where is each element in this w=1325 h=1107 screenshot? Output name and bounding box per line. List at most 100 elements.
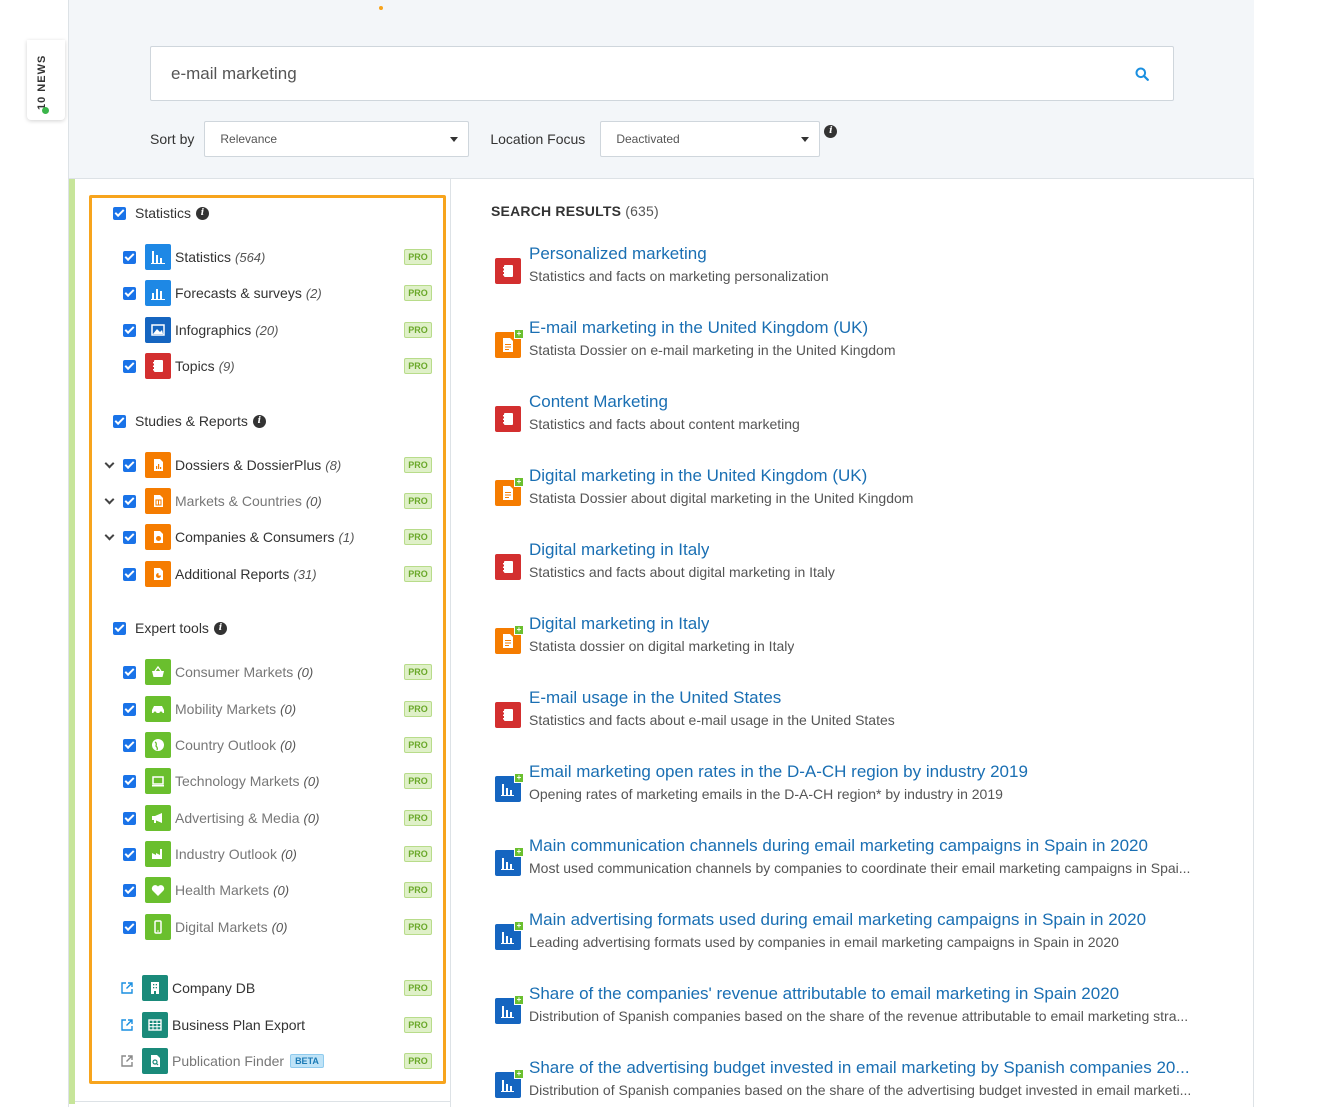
filter-checkbox[interactable] <box>123 323 136 337</box>
filter-checkbox[interactable] <box>123 847 136 861</box>
filter-country-outlook[interactable]: Country Outlook (0) PRO <box>102 731 432 759</box>
news-tab[interactable]: 10 NEWS <box>27 40 65 120</box>
plus-badge-icon: + <box>514 477 524 487</box>
filter-additional-reports[interactable]: Additional Reports (31) PRO <box>102 560 432 588</box>
result-item[interactable]: + Main advertising formats used during e… <box>495 910 1215 970</box>
filter-checkbox[interactable] <box>123 567 136 581</box>
topic-notebook-icon <box>495 702 521 728</box>
link-business-plan-export[interactable]: Business Plan Export PRO <box>102 1011 432 1039</box>
result-item[interactable]: + Main communication channels during ema… <box>495 836 1215 896</box>
section-label: Statistics <box>135 205 192 221</box>
result-item[interactable]: Personalized marketing Statistics and fa… <box>495 244 1215 304</box>
filter-count: (0) <box>303 773 320 789</box>
filter-label: Mobility Markets <box>175 701 277 717</box>
result-description: Leading advertising formats used by comp… <box>529 934 1119 950</box>
filter-checkbox[interactable] <box>123 458 136 472</box>
result-title-link[interactable]: Main communication channels during email… <box>529 836 1148 856</box>
result-title-link[interactable]: Content Marketing <box>529 392 668 412</box>
result-item[interactable]: + E-mail marketing in the United Kingdom… <box>495 318 1215 378</box>
filter-checkbox[interactable] <box>123 738 136 752</box>
chevron-down-icon[interactable] <box>102 458 116 468</box>
filter-infographics[interactable]: Infographics (20) PRO <box>102 316 432 344</box>
section-expert-tools[interactable]: Expert tools i <box>113 618 227 638</box>
result-item[interactable]: + Digital marketing in the United Kingdo… <box>495 466 1215 526</box>
search-input[interactable] <box>171 63 1131 84</box>
link-publication-finder[interactable]: Publication Finder BETA PRO <box>102 1047 432 1075</box>
filter-checkbox[interactable] <box>123 665 136 679</box>
section-studies-checkbox[interactable] <box>113 414 126 428</box>
filter-checkbox[interactable] <box>123 883 136 897</box>
filter-checkbox[interactable] <box>123 774 136 788</box>
result-title-link[interactable]: Share of the advertising budget invested… <box>529 1058 1190 1078</box>
section-studies-reports[interactable]: Studies & Reports i <box>113 411 266 431</box>
filter-checkbox[interactable] <box>123 530 136 544</box>
result-title-link[interactable]: Email marketing open rates in the D-A-CH… <box>529 762 1028 782</box>
result-title-link[interactable]: Digital marketing in the United Kingdom … <box>529 466 867 486</box>
filter-dossiers[interactable]: Dossiers & DossierPlus (8) PRO <box>102 451 432 479</box>
sort-select-value: Relevance <box>220 132 278 146</box>
filter-digital-markets[interactable]: Digital Markets (0) PRO <box>102 913 432 941</box>
filter-technology-markets[interactable]: Technology Markets (0) PRO <box>102 767 432 795</box>
pro-badge: PRO <box>404 285 432 301</box>
filter-consumer-markets[interactable]: Consumer Markets (0) PRO <box>102 658 432 686</box>
filter-checkbox[interactable] <box>123 494 136 508</box>
link-label: Business Plan Export <box>172 1017 306 1033</box>
info-icon[interactable]: i <box>213 621 227 635</box>
filter-checkbox[interactable] <box>123 359 136 373</box>
filter-advertising-media[interactable]: Advertising & Media (0) PRO <box>102 804 432 832</box>
section-statistics-checkbox[interactable] <box>113 206 126 220</box>
result-item[interactable]: + Share of the companies' revenue attrib… <box>495 984 1215 1044</box>
section-expert-checkbox[interactable] <box>113 621 126 635</box>
filter-markets-countries[interactable]: Markets & Countries (0) PRO <box>102 487 432 515</box>
section-statistics[interactable]: Statistics i <box>113 203 210 223</box>
bar-chart-icon: + <box>495 1069 524 1098</box>
panel-divider <box>75 1101 451 1102</box>
result-title-link[interactable]: Personalized marketing <box>529 244 707 264</box>
filter-mobility-markets[interactable]: Mobility Markets (0) PRO <box>102 695 432 723</box>
location-select[interactable]: Deactivated <box>600 121 821 157</box>
filter-checkbox[interactable] <box>123 702 136 716</box>
chevron-down-icon[interactable] <box>102 494 116 504</box>
results-count: (635) <box>625 203 659 219</box>
filter-checkbox[interactable] <box>123 250 136 264</box>
filter-label: Infographics <box>175 322 252 338</box>
filter-checkbox[interactable] <box>123 920 136 934</box>
info-icon[interactable]: i <box>252 414 266 428</box>
filter-forecasts[interactable]: Forecasts & surveys (2) PRO <box>102 279 432 307</box>
result-title-link[interactable]: E-mail usage in the United States <box>529 688 781 708</box>
filter-checkbox[interactable] <box>123 286 136 300</box>
filter-topics[interactable]: Topics (9) PRO <box>102 352 432 380</box>
filter-label: Digital Markets <box>175 919 268 935</box>
result-title-link[interactable]: E-mail marketing in the United Kingdom (… <box>529 318 868 338</box>
result-item[interactable]: Digital marketing in Italy Statistics an… <box>495 540 1215 600</box>
section-label: Studies & Reports <box>135 413 248 429</box>
result-title-link[interactable]: Share of the companies' revenue attribut… <box>529 984 1119 1004</box>
result-item[interactable]: Content Marketing Statistics and facts a… <box>495 392 1215 452</box>
filter-label: Advertising & Media <box>175 810 300 826</box>
result-title-link[interactable]: Digital marketing in Italy <box>529 614 709 634</box>
result-title-link[interactable]: Digital marketing in Italy <box>529 540 709 560</box>
link-company-db[interactable]: Company DB PRO <box>102 974 432 1002</box>
pro-badge: PRO <box>404 457 432 473</box>
external-link-icon <box>120 1054 134 1068</box>
sort-select[interactable]: Relevance <box>204 121 470 157</box>
result-description: Statista Dossier about digital marketing… <box>529 490 914 506</box>
beta-badge: BETA <box>290 1054 324 1068</box>
filter-checkbox[interactable] <box>123 811 136 825</box>
filter-industry-outlook[interactable]: Industry Outlook (0) PRO <box>102 840 432 868</box>
search-icon[interactable] <box>1131 63 1153 85</box>
result-item[interactable]: + Email marketing open rates in the D-A-… <box>495 762 1215 822</box>
filter-statistics[interactable]: Statistics (564) PRO <box>102 243 432 271</box>
result-description: Statistics and facts about e-mail usage … <box>529 712 895 728</box>
result-item[interactable]: + Digital marketing in Italy Statista do… <box>495 614 1215 674</box>
chevron-down-icon[interactable] <box>102 530 116 540</box>
filter-companies-consumers[interactable]: Companies & Consumers (1) PRO <box>102 523 432 551</box>
location-label: Location Focus <box>490 131 586 147</box>
info-icon[interactable]: i <box>824 124 838 138</box>
filter-health-markets[interactable]: Health Markets (0) PRO <box>102 876 432 904</box>
result-item[interactable]: E-mail usage in the United States Statis… <box>495 688 1215 748</box>
result-title-link[interactable]: Main advertising formats used during ema… <box>529 910 1146 930</box>
info-icon[interactable]: i <box>196 206 210 220</box>
result-item[interactable]: + Share of the advertising budget invest… <box>495 1058 1215 1107</box>
panel-accent-bar <box>69 179 75 1104</box>
